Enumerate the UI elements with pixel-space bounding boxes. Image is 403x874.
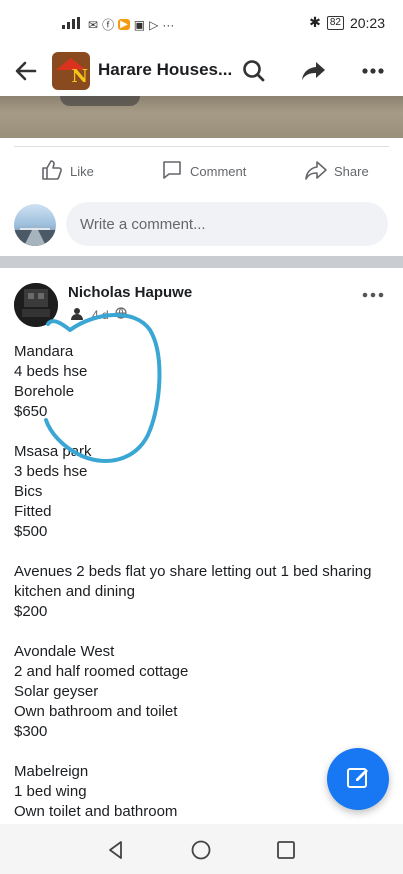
feed-separator <box>0 256 403 268</box>
app-icon: ▶ <box>118 19 130 30</box>
page-title[interactable]: Harare Houses... <box>98 60 232 80</box>
post-line: Mandara <box>14 343 74 360</box>
battery-level: 82 <box>326 15 344 30</box>
compose-button[interactable] <box>327 748 389 810</box>
author-avatar[interactable] <box>14 283 58 327</box>
page-logo-letter: N <box>71 66 88 87</box>
nav-recents-icon[interactable] <box>274 838 298 862</box>
search-icon[interactable] <box>238 56 270 86</box>
nav-back-icon[interactable] <box>104 838 128 862</box>
signal-icon <box>62 17 84 32</box>
post-timestamp[interactable]: 4 d <box>92 308 109 322</box>
post-paragraph: Avondale West 2 and half roomed cottage So… <box>14 642 394 742</box>
post-paragraph: Msasa park 3 beds hse Bics Fitted $500 <box>14 442 394 542</box>
post-meta: 4 d <box>68 306 127 323</box>
post-line: Fitted <box>14 503 52 520</box>
post-line: $650 <box>14 403 48 420</box>
post-paragraph: Mandara 4 beds hse Borehole $650 <box>14 342 394 422</box>
clock: 20:23 <box>349 14 385 31</box>
youtube-icon: ▣ <box>133 17 146 32</box>
edit-icon <box>345 764 371 795</box>
post-paragraph: Avenues 2 beds flat yo share letting out… <box>14 562 394 622</box>
page-avatar[interactable]: N <box>52 52 90 90</box>
post-line: $300 <box>14 723 48 740</box>
post-line: Own bathroom and toilet <box>14 703 178 720</box>
facebook-icon: ⓕ <box>102 18 115 32</box>
nav-home-icon[interactable] <box>189 838 213 862</box>
status-icons-left: ✉ ⓕ ▶ ▣ ▷ ··· <box>62 16 174 33</box>
more-notifications-icon: ··· <box>162 17 175 32</box>
like-button[interactable]: Like <box>40 158 94 185</box>
avatar-sign-image <box>22 309 50 317</box>
post-line: 4 beds hse <box>14 363 88 380</box>
post-line: 3 beds hse <box>14 463 88 480</box>
status-bar: ✉ ⓕ ▶ ▣ ▷ ··· ✱ 82 20:23 <box>0 0 403 46</box>
post-line: Bics <box>14 483 43 500</box>
share-button[interactable]: Share <box>304 158 369 185</box>
divider <box>14 146 389 147</box>
play-icon: ▷ <box>149 17 159 32</box>
post-actions: Like Comment Share <box>0 152 403 186</box>
share-icon[interactable] <box>298 56 330 86</box>
user-avatar[interactable] <box>14 204 56 246</box>
comment-composer <box>0 198 403 250</box>
comment-icon <box>160 158 184 185</box>
back-arrow-icon[interactable] <box>10 56 42 86</box>
app-bar: N Harare Houses... <box>0 46 403 96</box>
post-author[interactable]: Nicholas Hapuwe <box>68 284 192 301</box>
post-line: Solar geyser <box>14 683 99 700</box>
share-outline-icon <box>304 158 328 185</box>
post-line: $500 <box>14 523 48 540</box>
post-line: Avondale West <box>14 643 115 660</box>
comment-button[interactable]: Comment <box>160 158 246 185</box>
post-line: Avenues 2 beds flat yo share letting out… <box>14 563 376 600</box>
share-label: Share <box>334 164 369 179</box>
post-line: $200 <box>14 603 48 620</box>
post-line: Own toilet and bathroom <box>14 803 178 820</box>
group-badge-icon <box>68 306 86 323</box>
comment-input[interactable] <box>66 202 388 246</box>
status-icons-right: ✱ 82 20:23 <box>309 14 385 31</box>
like-icon <box>40 158 64 185</box>
more-icon[interactable] <box>357 56 389 86</box>
post-line: 2 and half roomed cottage <box>14 663 189 680</box>
gmail-icon: ✉ <box>88 17 99 32</box>
post-more-icon[interactable] <box>361 280 385 306</box>
previous-post-photo[interactable] <box>0 96 403 138</box>
like-label: Like <box>70 164 94 179</box>
post-line: Borehole <box>14 383 75 400</box>
post-line: Msasa park <box>14 443 92 460</box>
bluetooth-icon: ✱ <box>309 14 321 30</box>
comment-label: Comment <box>190 164 247 179</box>
privacy-globe-icon <box>115 307 127 322</box>
system-nav-bar <box>0 824 403 874</box>
